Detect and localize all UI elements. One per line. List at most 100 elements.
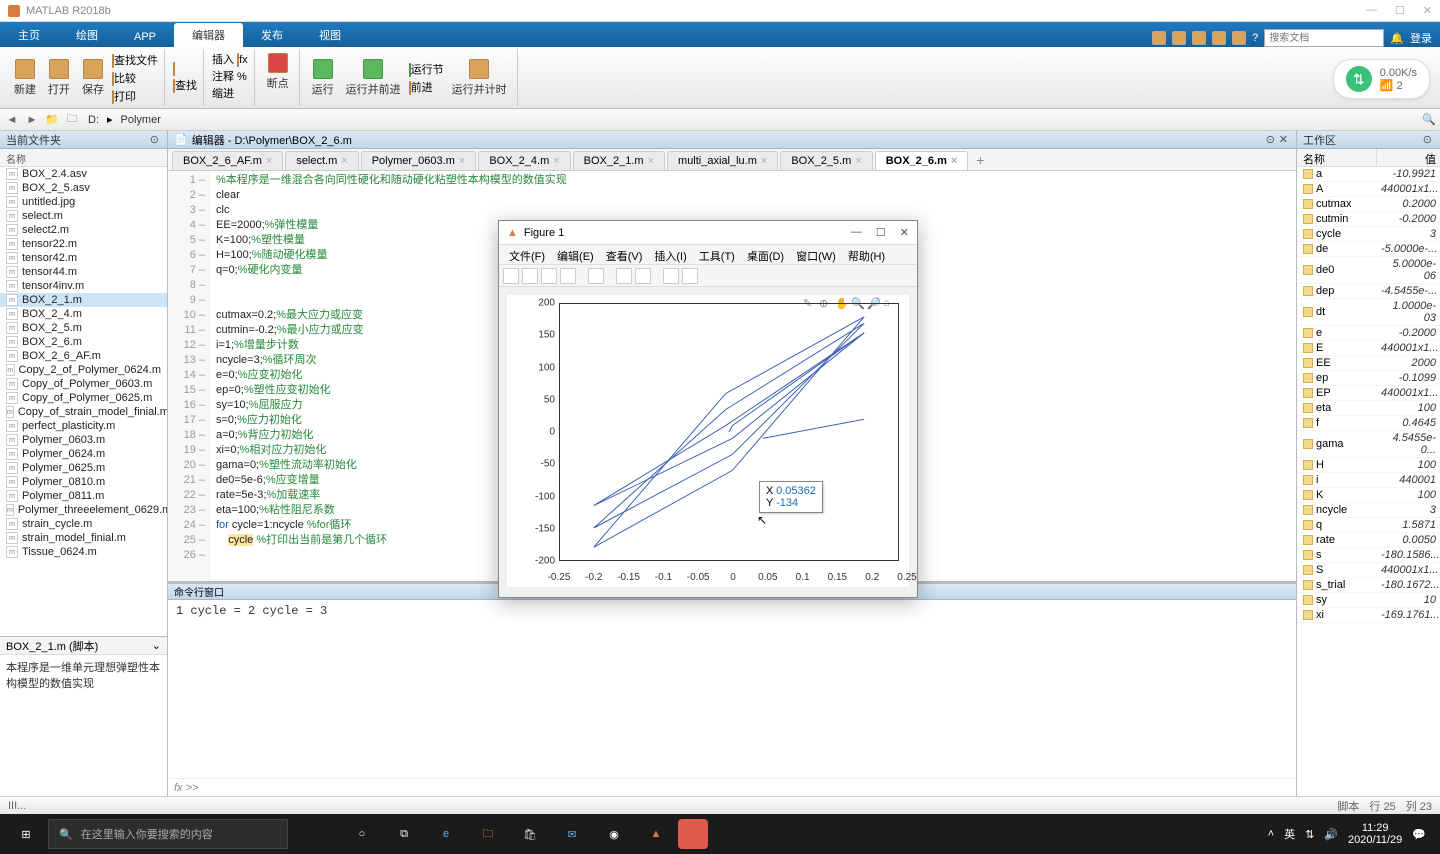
workspace-row[interactable]: a-10.9921 <box>1297 167 1440 182</box>
workspace-row[interactable]: f0.4645 <box>1297 416 1440 431</box>
search-path-icon[interactable]: 🔍 <box>1422 113 1436 126</box>
forward-icon[interactable]: ► <box>24 112 40 128</box>
file-item[interactable]: mTissue_0624.m <box>0 545 167 559</box>
up-icon[interactable]: 🗀 <box>64 112 80 128</box>
figure-axes[interactable]: ✎ ⊕ ✋ 🔍 🔎 ⌂ -200-150-100-50050100150200 … <box>507 295 909 587</box>
fig-link-icon[interactable] <box>588 268 604 284</box>
workspace-row[interactable]: gama4.5455e-0... <box>1297 431 1440 458</box>
cortana-icon[interactable]: ○ <box>342 818 382 850</box>
workspace-row[interactable]: ep-0.1099 <box>1297 371 1440 386</box>
editor-tab[interactable]: BOX_2_1.m× <box>573 151 665 170</box>
workspace-row[interactable]: rate0.0050 <box>1297 533 1440 548</box>
tab-close-icon[interactable]: × <box>648 155 654 167</box>
file-item[interactable]: mstrain_model_finial.m <box>0 531 167 545</box>
workspace-row[interactable]: H100 <box>1297 458 1440 473</box>
workspace-row[interactable]: de05.0000e-06 <box>1297 257 1440 284</box>
workspace-row[interactable]: s_trial-180.1672... <box>1297 578 1440 593</box>
figure-menu-item[interactable]: 编辑(E) <box>551 245 600 264</box>
tray-vol-icon[interactable]: 🔊 <box>1324 828 1338 841</box>
file-list[interactable]: mBOX_2.4.asvmBOX_2_5.asvmuntitled.jpgmse… <box>0 167 167 636</box>
tray-lang[interactable]: 英 <box>1284 826 1295 842</box>
fig-maximize-icon[interactable]: ☐ <box>876 226 886 239</box>
new-button[interactable]: 新建 <box>10 57 40 99</box>
workspace-menu-icon[interactable]: ⊙ <box>1421 133 1434 146</box>
minimize-icon[interactable]: — <box>1366 4 1377 17</box>
tab-close-icon[interactable]: × <box>266 155 272 167</box>
fig-arrow-icon[interactable] <box>663 268 679 284</box>
start-button[interactable]: ⊞ <box>6 818 46 850</box>
command-prompt[interactable]: fx >> <box>174 782 198 794</box>
file-item[interactable]: mperfect_plasticity.m <box>0 419 167 433</box>
up-folder-icon[interactable]: 📁 <box>44 112 60 128</box>
tab-publish[interactable]: 发布 <box>243 23 301 47</box>
figure-menu-item[interactable]: 工具(T) <box>693 245 741 264</box>
workspace-row[interactable]: i440001 <box>1297 473 1440 488</box>
doc-search-input[interactable] <box>1264 29 1384 47</box>
workspace-row[interactable]: E440001x1... <box>1297 341 1440 356</box>
file-item[interactable]: mBOX_2_5.asv <box>0 181 167 195</box>
add-tab-button[interactable]: + <box>970 150 990 170</box>
editor-tab[interactable]: select.m× <box>285 151 358 170</box>
edge-icon[interactable]: e <box>426 818 466 850</box>
taskbar-search[interactable]: 🔍 在这里输入你要搜索的内容 <box>48 819 288 849</box>
advance-button[interactable]: 前进 <box>409 79 444 95</box>
comment-button[interactable]: 注释 % <box>212 68 247 84</box>
detail-collapse-icon[interactable]: ⌄ <box>152 639 161 652</box>
find-button[interactable]: 查找 <box>173 77 197 93</box>
tab-view[interactable]: 视图 <box>301 23 359 47</box>
workspace-row[interactable]: cutmin-0.2000 <box>1297 212 1440 227</box>
matlab-taskbar-icon[interactable]: ▲ <box>636 818 676 850</box>
figure-menu-item[interactable]: 窗口(W) <box>790 245 842 264</box>
workspace-row[interactable]: S440001x1... <box>1297 563 1440 578</box>
workspace-row[interactable]: sy10 <box>1297 593 1440 608</box>
quick-access-icon[interactable] <box>1152 31 1166 45</box>
taskview-icon[interactable]: ⧉ <box>384 818 424 850</box>
file-item[interactable]: mBOX_2.4.asv <box>0 167 167 181</box>
file-item[interactable]: mBOX_2_5.m <box>0 321 167 335</box>
file-col-name[interactable]: 名称 <box>0 149 167 167</box>
tab-close-icon[interactable]: × <box>951 155 957 167</box>
breakpoint-button[interactable]: 断点 <box>263 51 293 93</box>
tab-home[interactable]: 主页 <box>0 23 58 47</box>
tray-time[interactable]: 11:29 <box>1348 822 1402 834</box>
login-button[interactable]: 登录 <box>1410 30 1432 46</box>
file-item[interactable]: mCopy_of_Polymer_0625.m <box>0 391 167 405</box>
file-item[interactable]: mtensor22.m <box>0 237 167 251</box>
insert-button[interactable]: 插入 fx <box>212 51 248 67</box>
ws-col-name[interactable]: 名称 <box>1297 149 1377 166</box>
quick-access-icon[interactable] <box>1172 31 1186 45</box>
editor-close-icon[interactable]: ✕ <box>1277 133 1290 146</box>
file-item[interactable]: mPolymer_0625.m <box>0 461 167 475</box>
file-item[interactable]: mCopy_2_of_Polymer_0624.m <box>0 363 167 377</box>
file-item[interactable]: mCopy_of_Polymer_0603.m <box>0 377 167 391</box>
workspace-row[interactable]: s-180.1586... <box>1297 548 1440 563</box>
file-item[interactable]: mselect2.m <box>0 223 167 237</box>
path-drive[interactable]: D: <box>84 114 103 126</box>
file-item[interactable]: mtensor44.m <box>0 265 167 279</box>
workspace-row[interactable]: A440001x1... <box>1297 182 1440 197</box>
tray-notif-icon[interactable]: 💬 <box>1412 828 1426 841</box>
figure-menu-item[interactable]: 查看(V) <box>600 245 649 264</box>
editor-tab[interactable]: BOX_2_6_AF.m× <box>172 151 283 170</box>
file-item[interactable]: mCopy_of_strain_model_finial.m <box>0 405 167 419</box>
workspace-row[interactable]: EE2000 <box>1297 356 1440 371</box>
back-icon[interactable]: ◄ <box>4 112 20 128</box>
figure-menu-item[interactable]: 插入(I) <box>648 245 692 264</box>
file-item[interactable]: mPolymer_0811.m <box>0 489 167 503</box>
find-files-button[interactable]: 查找文件 <box>112 52 158 68</box>
fig-minimize-icon[interactable]: — <box>851 226 862 239</box>
close-icon[interactable]: ✕ <box>1423 4 1432 17</box>
workspace-row[interactable]: K100 <box>1297 488 1440 503</box>
file-item[interactable]: mBOX_2_1.m <box>0 293 167 307</box>
path-folder[interactable]: Polymer <box>117 114 165 126</box>
tab-close-icon[interactable]: × <box>855 155 861 167</box>
file-item[interactable]: mBOX_2_6_AF.m <box>0 349 167 363</box>
figure-menu-item[interactable]: 帮助(H) <box>842 245 891 264</box>
goto-button[interactable] <box>173 63 197 75</box>
save-button[interactable]: 保存 <box>78 57 108 99</box>
file-item[interactable]: mtensor42.m <box>0 251 167 265</box>
bell-icon[interactable]: 🔔 <box>1390 32 1404 45</box>
file-item[interactable]: mPolymer_0624.m <box>0 447 167 461</box>
tray-net-icon[interactable]: ⇅ <box>1305 828 1314 841</box>
run-advance-button[interactable]: 运行并前进 <box>342 57 405 99</box>
